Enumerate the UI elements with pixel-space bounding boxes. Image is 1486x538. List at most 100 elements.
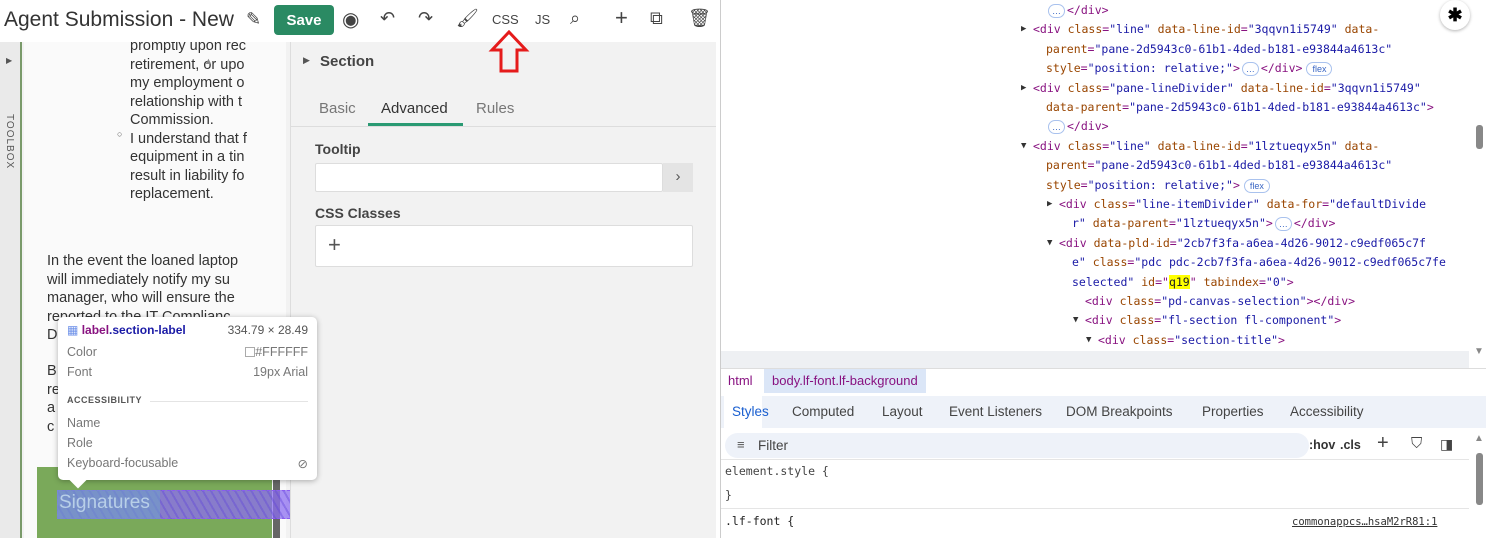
dom-node-line[interactable]: r" data-parent="1lztueqyx5n">… </div> [721, 214, 1335, 233]
devtools-tab-dom-breakpoints[interactable]: DOM Breakpoints [1066, 404, 1173, 419]
copy-icon[interactable]: ⧉ [650, 8, 663, 29]
dom-token: "fl-section fl-component" [1161, 313, 1335, 328]
expand-node-icon[interactable]: ▶ [1047, 195, 1052, 214]
edit-title-icon[interactable]: ✎ [246, 9, 261, 30]
dom-token: style [1046, 177, 1081, 192]
devtools-tab-event-listeners[interactable]: Event Listeners [949, 404, 1042, 419]
tooltip-input[interactable] [315, 163, 663, 192]
paintbrush-icon[interactable]: 🖌 [456, 8, 479, 29]
dom-token: </div> [1293, 216, 1336, 231]
name-label: Name [67, 416, 101, 430]
tooltip-expand-button[interactable]: › [663, 163, 693, 192]
expand-node-icon[interactable]: ▶ [1021, 79, 1026, 98]
dom-node-line[interactable]: selected" id="q19" tabindex="0"> [721, 273, 1294, 292]
dom-token: > [1265, 216, 1273, 231]
css-button[interactable]: CSS [492, 12, 519, 27]
search-icon[interactable]: ⌕ [570, 8, 580, 29]
dom-token: = [1080, 177, 1088, 192]
dom-token: <div [1033, 138, 1068, 153]
dom-node-line[interactable]: e" class="pdc pdc-2cb7f3fa-a6ea-4d26-901… [721, 253, 1446, 272]
expand-node-icon[interactable]: ▶ [1021, 20, 1026, 39]
js-button[interactable]: JS [535, 12, 550, 27]
dom-node-line[interactable]: ▶ <div class="line" data-line-id="3qqvn1i… [721, 20, 1379, 39]
dom-token: "pane-2d5943c0-61b1-4ded-b181-e93844a461… [1094, 41, 1393, 56]
collapse-node-icon[interactable]: ▼ [1086, 331, 1091, 350]
hov-button[interactable]: :hov [1309, 438, 1335, 452]
dom-token: class [1067, 22, 1103, 37]
ellipsis-button[interactable]: … [1048, 4, 1065, 18]
scroll-up-icon[interactable]: ▲ [204, 56, 213, 66]
tab-rules[interactable]: Rules [476, 100, 514, 117]
ellipsis-button[interactable]: … [1048, 120, 1065, 135]
collapse-node-icon[interactable]: ▼ [1021, 137, 1026, 156]
selector-tag: label [81, 323, 110, 337]
styles-scroll-up-icon[interactable]: ▲ [1474, 433, 1484, 444]
dom-node-line[interactable]: <div class="pd-canvas-selection"></div> [721, 292, 1355, 311]
filter-input[interactable]: ≡ Filter [725, 433, 1309, 458]
expand-toolbox-icon[interactable]: ▶ [6, 56, 12, 65]
dom-token: data-pld-id [1093, 235, 1170, 250]
source-link[interactable]: commonappcs…hsaM2rR81:1 [1292, 516, 1437, 528]
dom-node-line[interactable]: … </div> [721, 1, 1109, 20]
devtools-tab-properties[interactable]: Properties [1202, 404, 1264, 419]
breadcrumb-html[interactable]: html [721, 369, 760, 393]
css-classes-input[interactable]: + [315, 225, 693, 267]
add-class-icon[interactable]: + [328, 232, 341, 258]
dom-node-line[interactable]: ▼ <div class="fl-section fl-component"> [721, 311, 1341, 330]
dom-node-line[interactable]: style="position: relative;"> flex [721, 176, 1270, 195]
dom-node-line[interactable]: ▼ <div class="line" data-line-id="1lztueq… [721, 137, 1379, 156]
dom-node-line[interactable]: ▼ <div class="section-title"> [721, 331, 1285, 350]
elements-tree[interactable]: … </div> ▶ <div class="line" data-line-id="… [721, 0, 1486, 368]
dom-token: <div [1033, 80, 1068, 95]
dom-node-line[interactable]: … </div> [721, 117, 1109, 136]
dom-node-line[interactable]: data-parent="pane-2d5943c0-61b1-4ded-b18… [721, 98, 1434, 117]
styles-scrollbar[interactable] [1476, 453, 1483, 505]
dom-token: "pane-2d5943c0-61b1-4ded-b181-e93844a461… [1129, 100, 1427, 114]
dom-node-line[interactable]: ▶ <div class="line-itemDivider" data-for=… [721, 195, 1426, 214]
redo-icon[interactable]: ↷ [418, 8, 433, 29]
scroll-down-icon[interactable]: ▼ [1474, 346, 1484, 357]
toggle-sidebar-icon[interactable]: ◨ [1440, 436, 1453, 453]
devtools-tab-accessibility[interactable]: Accessibility [1290, 404, 1364, 419]
undo-icon[interactable]: ↶ [380, 8, 395, 29]
ellipsis-button[interactable]: … [1274, 217, 1292, 232]
tab-advanced[interactable]: Advanced [381, 100, 448, 117]
dom-token: <div [1059, 235, 1094, 250]
dom-token: class [1093, 197, 1129, 211]
dom-node-line[interactable]: style="position: relative;">… </div> flex [721, 59, 1333, 78]
cls-button[interactable]: .cls [1340, 438, 1361, 452]
bullet-text-line: replacement. [130, 186, 214, 202]
toolbox-panel[interactable]: ▶ TOOLBOX [0, 42, 22, 538]
new-rule-icon[interactable]: + [1377, 432, 1389, 455]
collapse-node-icon[interactable]: ▼ [1047, 234, 1052, 253]
devtools-tab-computed[interactable]: Computed [792, 404, 854, 419]
color-value: #FFFFFF [255, 345, 308, 359]
accessibility-icon[interactable]: ✱ [1440, 0, 1470, 30]
tree-scrollbar[interactable] [1476, 125, 1483, 149]
dom-token: parent [1046, 41, 1088, 56]
toolbox-label: TOOLBOX [4, 114, 15, 170]
save-button[interactable]: Save [274, 5, 334, 35]
properties-panel: ▶ Section Basic Advanced Rules Tooltip ›… [290, 42, 716, 538]
collapse-node-icon[interactable]: ▼ [1073, 311, 1078, 330]
tab-basic[interactable]: Basic [319, 100, 356, 117]
color-label: Color [67, 345, 97, 359]
dom-node-line[interactable]: ▼ <div data-pld-id="2cb7f3fa-a6ea-4d26-90… [721, 234, 1426, 253]
devtools-tab-layout[interactable]: Layout [882, 404, 923, 419]
delete-icon[interactable]: 🗑 [688, 8, 711, 29]
dom-node-line[interactable]: ▶ <div class = "pane-lineDivider" data-line… [721, 79, 1421, 98]
style-rule-selector[interactable]: element.style { [725, 464, 829, 478]
dom-token: data-parent [1085, 216, 1169, 231]
flex-badge[interactable]: flex [1306, 62, 1333, 77]
dom-node-line[interactable]: parent="pane-2d5943c0-61b1-4ded-b181-e93… [721, 156, 1392, 175]
ellipsis-button[interactable]: … [1241, 62, 1259, 77]
add-icon[interactable]: + [615, 5, 628, 31]
dom-node-line[interactable]: parent="pane-2d5943c0-61b1-4ded-b181-e93… [721, 40, 1392, 59]
preview-eye-icon[interactable]: ◉ [342, 7, 359, 32]
style-rule-lf-font[interactable]: .lf-font { [725, 514, 794, 528]
breadcrumb-body[interactable]: body.lf-font.lf-background [764, 369, 926, 393]
paint-bucket-icon[interactable]: ⛉ [1411, 435, 1422, 452]
collapse-caret-icon[interactable]: ▶ [303, 55, 310, 66]
devtools-tab-styles[interactable]: Styles [732, 404, 769, 419]
flex-badge[interactable]: flex [1243, 178, 1270, 193]
